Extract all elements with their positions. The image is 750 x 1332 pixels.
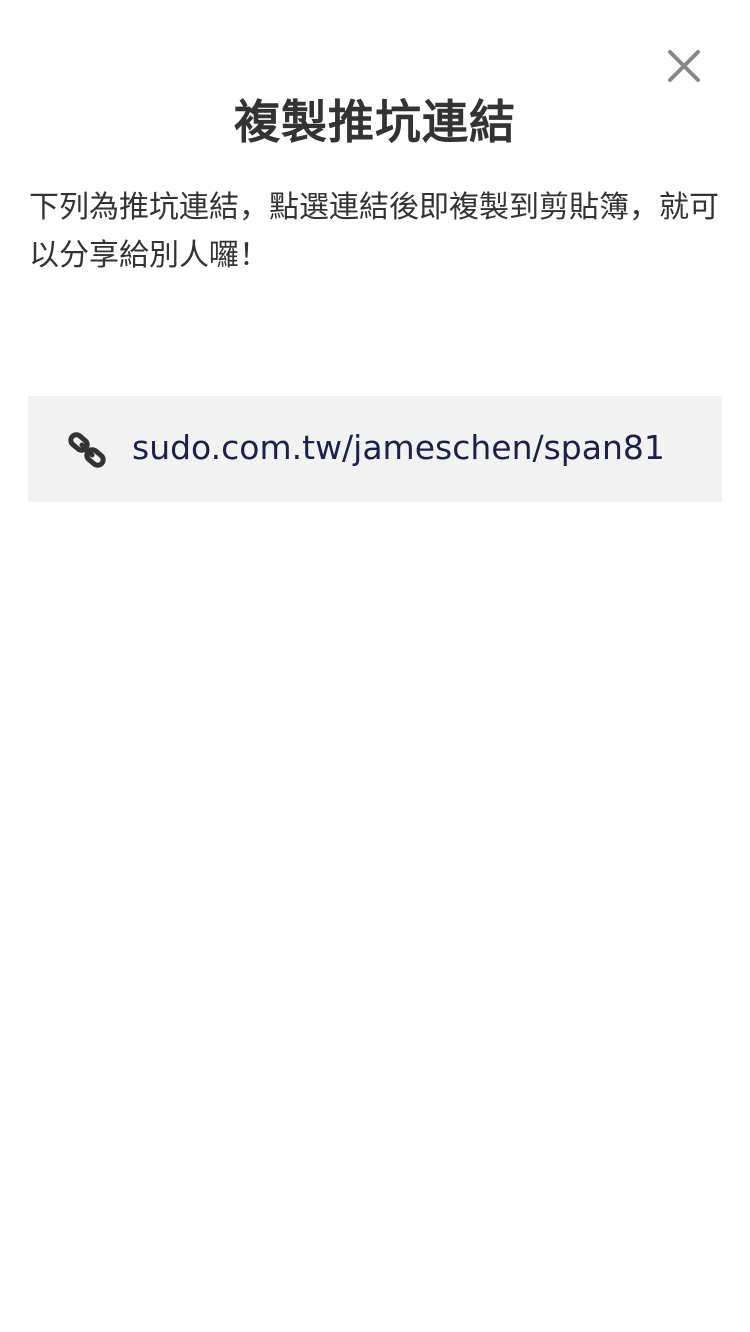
close-icon[interactable] <box>662 44 706 88</box>
dialog-title: 複製推坑連結 <box>234 95 516 149</box>
copy-link-button[interactable]: sudo.com.tw/jameschen/span81 <box>28 396 722 502</box>
link-icon <box>68 431 106 469</box>
link-url-text[interactable]: sudo.com.tw/jameschen/span81 <box>132 424 665 472</box>
dialog-description: 下列為推坑連結，點選連結後即複製到剪貼簿，就可以分享給別人囉！ <box>29 190 719 273</box>
copy-link-dialog: 複製推坑連結 下列為推坑連結，點選連結後即複製到剪貼簿，就可以分享給別人囉！ s… <box>0 0 750 1332</box>
close-button[interactable] <box>662 44 706 88</box>
